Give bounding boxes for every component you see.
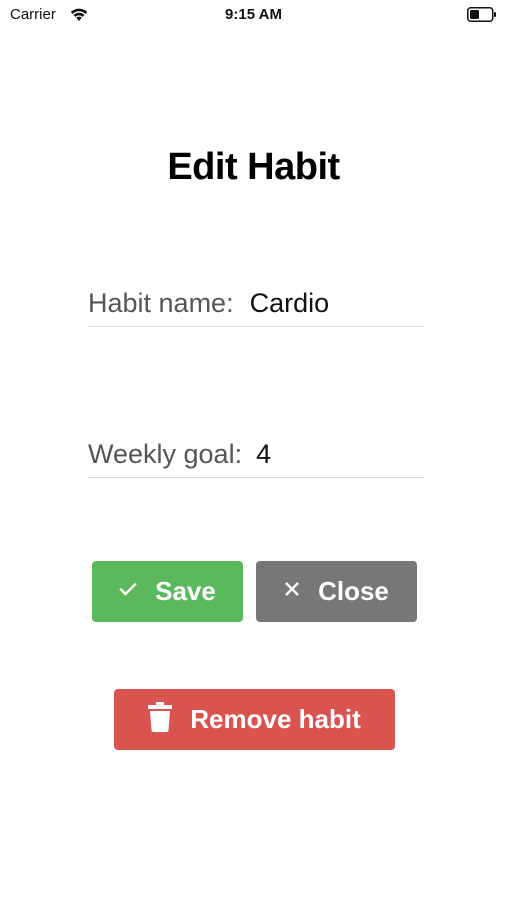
remove-habit-button-label: Remove habit — [190, 704, 361, 734]
weekly-goal-input[interactable] — [256, 438, 424, 470]
save-button[interactable]: Save — [92, 561, 243, 622]
close-button[interactable]: Close — [256, 561, 417, 622]
save-button-label: Save — [155, 576, 216, 606]
page-title: Edit Habit — [167, 146, 340, 188]
close-button-label: Close — [318, 576, 389, 606]
check-icon — [119, 582, 137, 601]
battery-icon — [467, 7, 497, 22]
weekly-goal-label: Weekly goal: — [88, 438, 243, 469]
close-icon — [284, 581, 300, 602]
status-bar: Carrier 9:15 AM — [0, 0, 507, 30]
clock-time: 9:15 AM — [225, 6, 282, 23]
habit-name-input[interactable] — [249, 287, 424, 319]
weekly-goal-row: Weekly goal: — [88, 431, 424, 478]
habit-name-row: Habit name: — [88, 280, 424, 327]
remove-habit-button[interactable]: Remove habit — [114, 689, 395, 750]
trash-icon — [148, 702, 173, 737]
habit-name-label: Habit name: — [88, 287, 234, 318]
